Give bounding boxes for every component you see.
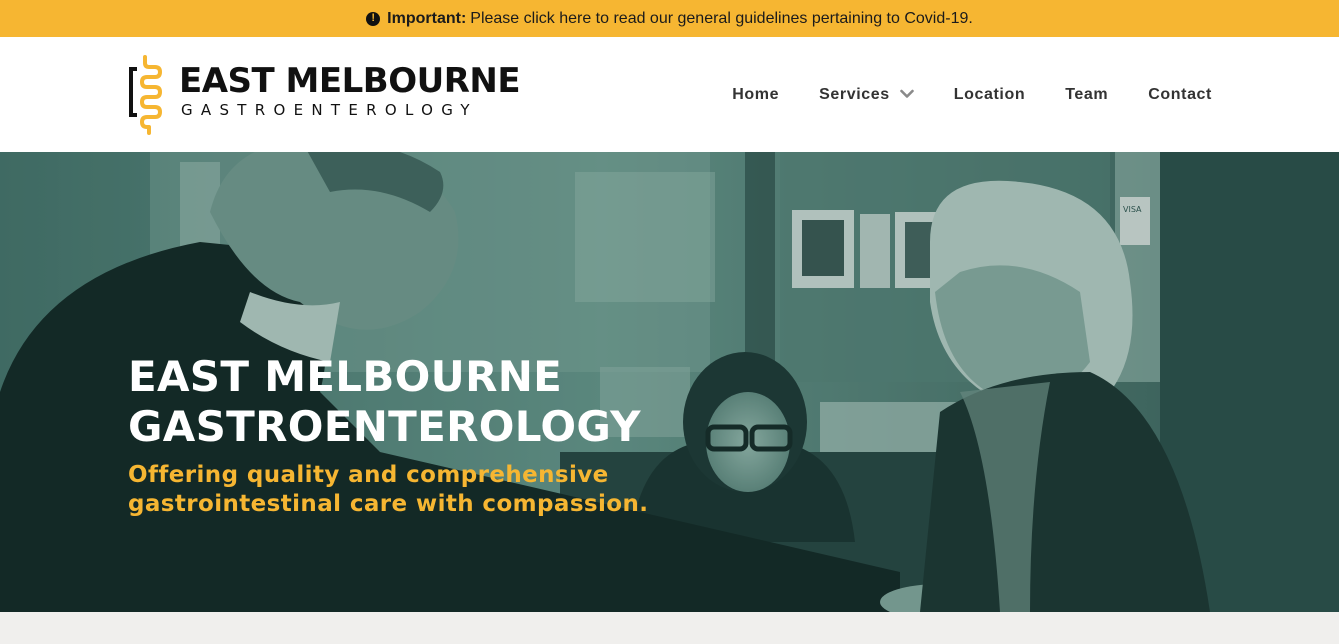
nav-item-label: Contact bbox=[1148, 85, 1212, 103]
notice-strong-label: Important: bbox=[387, 9, 467, 27]
hero-title-line1: EAST MELBOURNE bbox=[128, 352, 563, 401]
hero-subtitle-line2: gastrointestinal care with compassion. bbox=[128, 491, 649, 517]
chevron-down-icon[interactable] bbox=[899, 86, 914, 104]
exclamation-circle-icon: ! bbox=[366, 11, 381, 26]
site-header: EAST MELBOURNE GASTROENTEROLOGY Home Ser… bbox=[0, 37, 1339, 152]
main-nav: Home Services Location Team Contact bbox=[692, 37, 1212, 152]
nav-item-location[interactable]: Location bbox=[954, 86, 1025, 104]
hero-title: EAST MELBOURNE GASTROENTEROLOGY bbox=[128, 352, 641, 452]
intestine-icon bbox=[129, 55, 162, 135]
logo-subtitle: GASTROENTEROLOGY bbox=[181, 101, 478, 119]
section-divider bbox=[0, 612, 1339, 644]
logo-title: EAST MELBOURNE bbox=[179, 61, 521, 101]
hero-subtitle-line1: Offering quality and comprehensive bbox=[128, 462, 609, 488]
nav-item-label: Services bbox=[819, 85, 890, 103]
nav-item-label: Team bbox=[1065, 85, 1109, 103]
notice-text: Please click here to read our general gu… bbox=[470, 9, 973, 27]
covid-notice-bar[interactable]: ! Important: Please click here to read o… bbox=[0, 0, 1339, 37]
nav-item-label: Home bbox=[732, 85, 780, 103]
nav-item-contact[interactable]: Contact bbox=[1148, 86, 1212, 104]
nav-item-home[interactable]: Home bbox=[732, 86, 779, 104]
nav-item-team[interactable]: Team bbox=[1065, 86, 1108, 104]
nav-item-label: Location bbox=[953, 85, 1026, 103]
hero-title-line2: GASTROENTEROLOGY bbox=[128, 402, 641, 451]
hero-subtitle: Offering quality and comprehensive gastr… bbox=[128, 461, 648, 519]
site-logo[interactable]: EAST MELBOURNE GASTROENTEROLOGY bbox=[127, 55, 521, 135]
nav-item-services[interactable]: Services bbox=[819, 86, 914, 104]
hero-banner: VISA EAST MELBOURNE GASTROENTEROLOGY Off… bbox=[0, 152, 1339, 612]
